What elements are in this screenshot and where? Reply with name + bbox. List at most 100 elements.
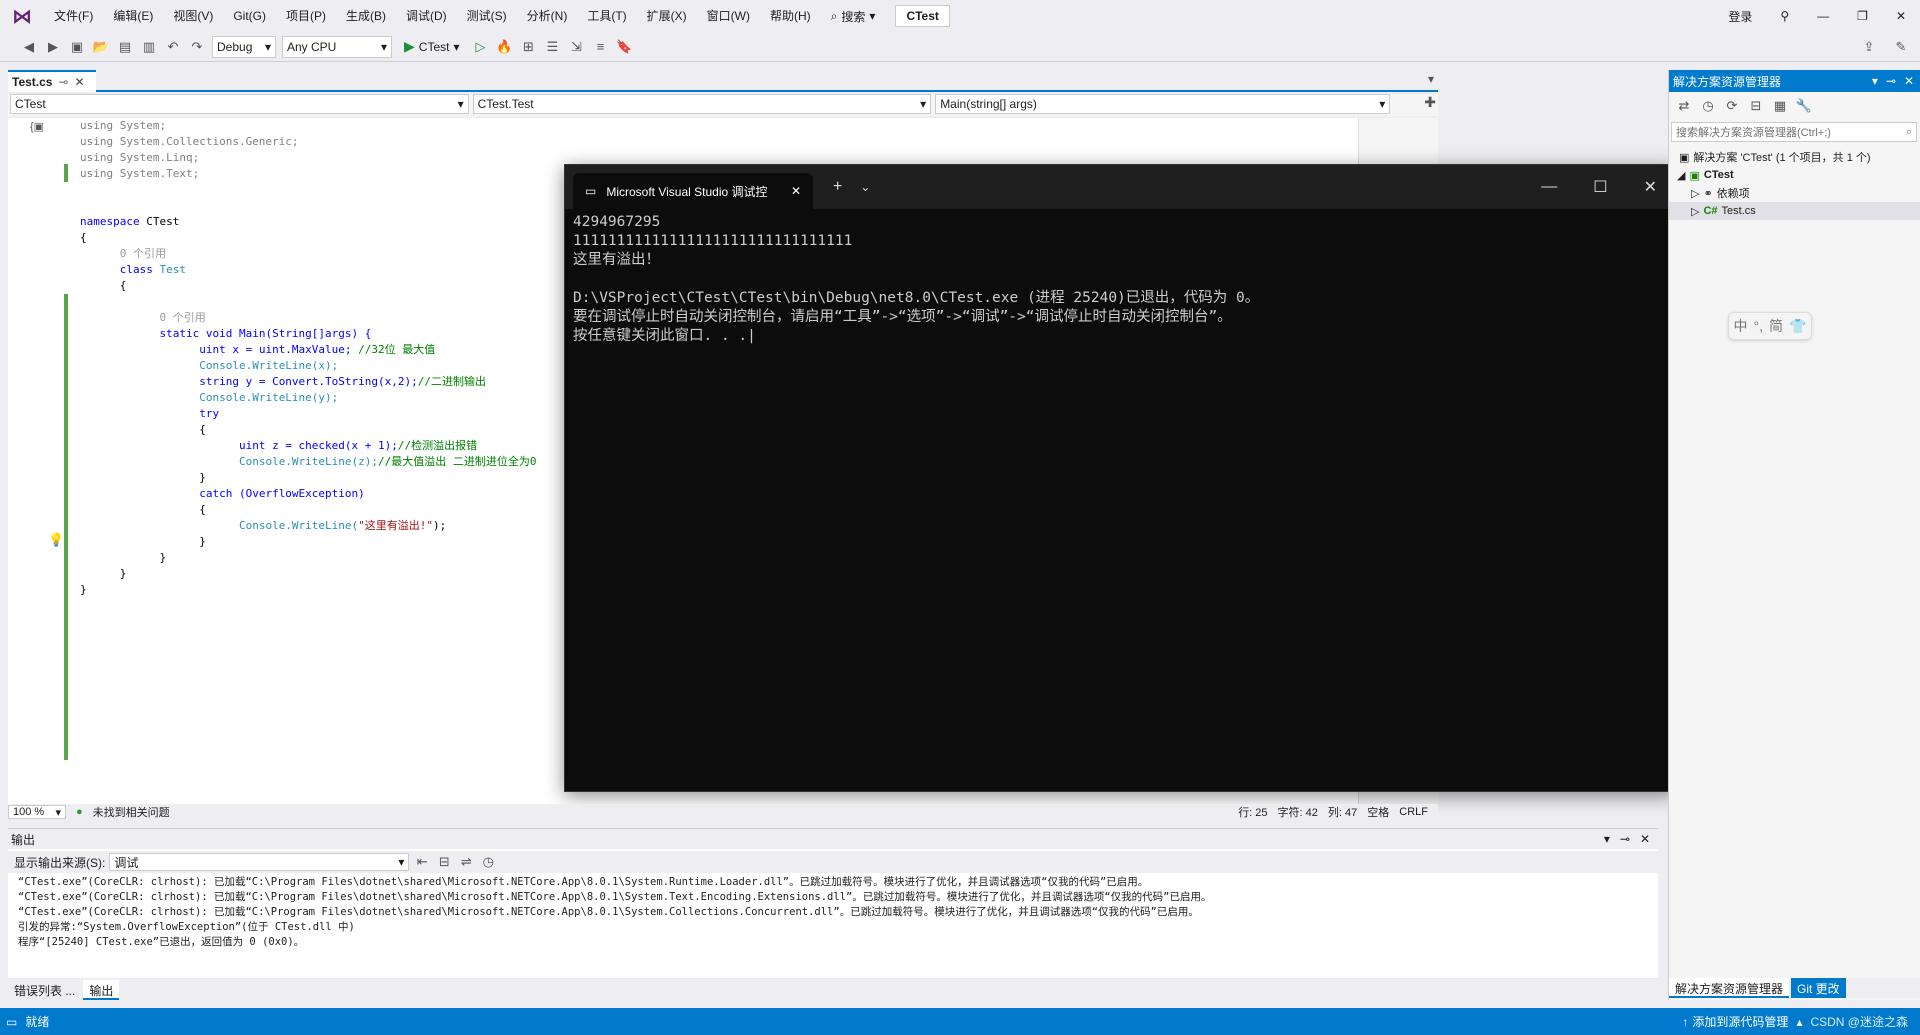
find-message-icon[interactable]: ⇤	[413, 853, 431, 871]
word-wrap-icon[interactable]: ⇌	[457, 853, 475, 871]
whitespace-indicator[interactable]: 空格	[1367, 804, 1389, 820]
undo-icon[interactable]: ↶	[164, 38, 182, 56]
platform-select[interactable]: Any CPU ▾	[282, 35, 392, 58]
codelens-references[interactable]: 0 个引用	[159, 311, 205, 324]
sync-icon[interactable]: ⇄	[1675, 97, 1693, 115]
close-icon[interactable]: ✕	[1640, 832, 1650, 846]
chevron-down-icon[interactable]: ▾	[1872, 74, 1878, 88]
member-dropdown[interactable]: Main(string[] args) ▾	[935, 94, 1391, 114]
console-line: 按任意键关闭此窗口. . .	[573, 328, 748, 344]
close-window-button[interactable]: ✕	[1882, 9, 1920, 23]
start-debugging-button[interactable]: ▶ CTest ▾	[398, 38, 466, 55]
pin-icon[interactable]: ⊸	[58, 75, 68, 89]
solution-search-input[interactable]: 搜索解决方案资源管理器(Ctrl+;) ⌕	[1671, 122, 1917, 142]
tab-test-cs[interactable]: Test.cs ⊸ ✕	[8, 70, 96, 92]
line-indicator[interactable]: 行: 25	[1238, 804, 1267, 820]
shirt-icon[interactable]: 👕	[1789, 318, 1806, 335]
new-project-icon[interactable]: ▣	[68, 38, 86, 56]
step-icon[interactable]: ⇲	[568, 38, 586, 56]
menu-extensions[interactable]: 扩展(X)	[637, 0, 697, 32]
minimize-button[interactable]: —	[1803, 9, 1843, 23]
timestamp-icon[interactable]: ◷	[479, 853, 497, 871]
share-icon[interactable]: ⇪	[1860, 38, 1878, 56]
tree-file-test-cs[interactable]: ▷ C# Test.cs	[1669, 202, 1920, 220]
pin-icon[interactable]: ⊸	[1620, 832, 1630, 846]
restore-button[interactable]: ❐	[1843, 9, 1882, 23]
wrench-icon[interactable]: 🔧	[1795, 97, 1813, 115]
codelens-references[interactable]: 0 个引用	[120, 247, 166, 260]
clear-all-icon[interactable]: ⊟	[435, 853, 453, 871]
ime-punct[interactable]: °,	[1754, 318, 1764, 334]
open-folder-icon[interactable]: 📂	[92, 38, 110, 56]
account-icon[interactable]: ⚲	[1766, 9, 1803, 23]
add-to-source-control[interactable]: 添加到源代码管理	[1692, 1013, 1788, 1030]
forward-icon[interactable]: ▶	[44, 38, 62, 56]
search-button[interactable]: ⌕ 搜索 ▾	[821, 8, 886, 25]
char-indicator[interactable]: 字符: 42	[1278, 804, 1318, 820]
tab-list-icon[interactable]: ▾	[1428, 72, 1434, 86]
feedback-icon[interactable]: ✎	[1892, 38, 1910, 56]
redo-icon[interactable]: ↷	[188, 38, 206, 56]
ime-charset[interactable]: 简	[1769, 316, 1783, 336]
tab-output[interactable]: 输出	[83, 980, 120, 1000]
chevron-down-icon[interactable]: ▾	[1604, 832, 1610, 846]
save-all-icon[interactable]: ▥	[140, 38, 158, 56]
configuration-select[interactable]: Debug ▾	[212, 35, 276, 58]
ime-mode[interactable]: 中	[1734, 316, 1748, 336]
close-icon[interactable]: ✕	[1904, 74, 1914, 88]
layout-icon[interactable]: ☰	[544, 38, 562, 56]
pin-icon[interactable]: ⊸	[1886, 74, 1896, 88]
lightbulb-icon[interactable]: 💡	[48, 532, 64, 548]
tree-dependencies[interactable]: ▷ ⚭ 依赖项	[1669, 184, 1920, 202]
type-dropdown[interactable]: CTest.Test ▾	[472, 94, 932, 114]
back-icon[interactable]: ◀	[20, 38, 38, 56]
output-source-select[interactable]: 调试 ▾	[109, 853, 410, 871]
tab-git-changes[interactable]: Git 更改	[1791, 978, 1846, 998]
tab-solution-explorer[interactable]: 解决方案资源管理器	[1669, 978, 1790, 998]
menu-project[interactable]: 项目(P)	[276, 0, 336, 32]
visual-studio-logo-icon[interactable]: ⋈	[0, 0, 44, 32]
history-icon[interactable]: ◷	[1699, 97, 1717, 115]
menu-build[interactable]: 生成(B)	[336, 0, 396, 32]
tab-error-list[interactable]: 错误列表 ...	[8, 980, 81, 1000]
menu-help[interactable]: 帮助(H)	[760, 0, 821, 32]
code-line: catch (OverflowException)	[199, 487, 365, 500]
minimize-button[interactable]: —	[1523, 178, 1575, 196]
col-indicator[interactable]: 列: 47	[1328, 804, 1357, 820]
menu-edit[interactable]: 编辑(E)	[103, 0, 163, 32]
issues-status[interactable]: 未找到相关问题	[93, 804, 170, 820]
menu-view[interactable]: 视图(V)	[163, 0, 223, 32]
project-dropdown[interactable]: CTest ▾	[10, 94, 469, 114]
browse-icon[interactable]: ⊞	[520, 38, 538, 56]
comment-icon[interactable]: ≡	[592, 38, 610, 56]
save-icon[interactable]: ▤	[116, 38, 134, 56]
collapse-icon[interactable]: ⊟	[1747, 97, 1765, 115]
menu-git[interactable]: Git(G)	[223, 0, 276, 32]
split-icon[interactable]: ✚	[1394, 94, 1436, 116]
close-icon[interactable]: ✕	[75, 75, 85, 89]
menu-test[interactable]: 测试(S)	[457, 0, 517, 32]
menu-debug[interactable]: 调试(D)	[396, 0, 457, 32]
menu-analyze[interactable]: 分析(N)	[517, 0, 578, 32]
console-tab[interactable]: ▭ Microsoft Visual Studio 调试控 ✕	[573, 173, 813, 209]
chevron-down-icon[interactable]: ⌄	[860, 180, 870, 194]
sign-in-link[interactable]: 登录	[1714, 8, 1766, 25]
output-icon: ▭	[6, 1014, 18, 1029]
new-tab-icon[interactable]: +	[833, 178, 842, 196]
hot-reload-icon[interactable]: 🔥	[496, 38, 514, 56]
refresh-icon[interactable]: ⟳	[1723, 97, 1741, 115]
menu-file[interactable]: 文件(F)	[44, 0, 103, 32]
tree-project[interactable]: ◢ ▣ CTest	[1669, 166, 1920, 184]
debug-console-window[interactable]: ▭ Microsoft Visual Studio 调试控 ✕ + ⌄ — ☐ …	[564, 164, 1676, 792]
show-all-icon[interactable]: ▦	[1771, 97, 1789, 115]
tree-solution[interactable]: ▣ 解决方案 'CTest' (1 个项目，共 1 个)	[1669, 148, 1920, 166]
menu-window[interactable]: 窗口(W)	[697, 0, 760, 32]
maximize-button[interactable]: ☐	[1575, 177, 1625, 197]
menu-tools[interactable]: 工具(T)	[577, 0, 636, 32]
start-without-debugging-icon[interactable]: ▷	[472, 38, 490, 56]
ime-toolbar[interactable]: 中 °, 简 👕	[1728, 312, 1812, 340]
bookmark-icon[interactable]: 🔖	[616, 38, 634, 56]
zoom-select[interactable]: 100 % ▾	[8, 805, 66, 819]
close-tab-icon[interactable]: ✕	[791, 184, 801, 198]
eol-indicator[interactable]: CRLF	[1399, 806, 1438, 818]
